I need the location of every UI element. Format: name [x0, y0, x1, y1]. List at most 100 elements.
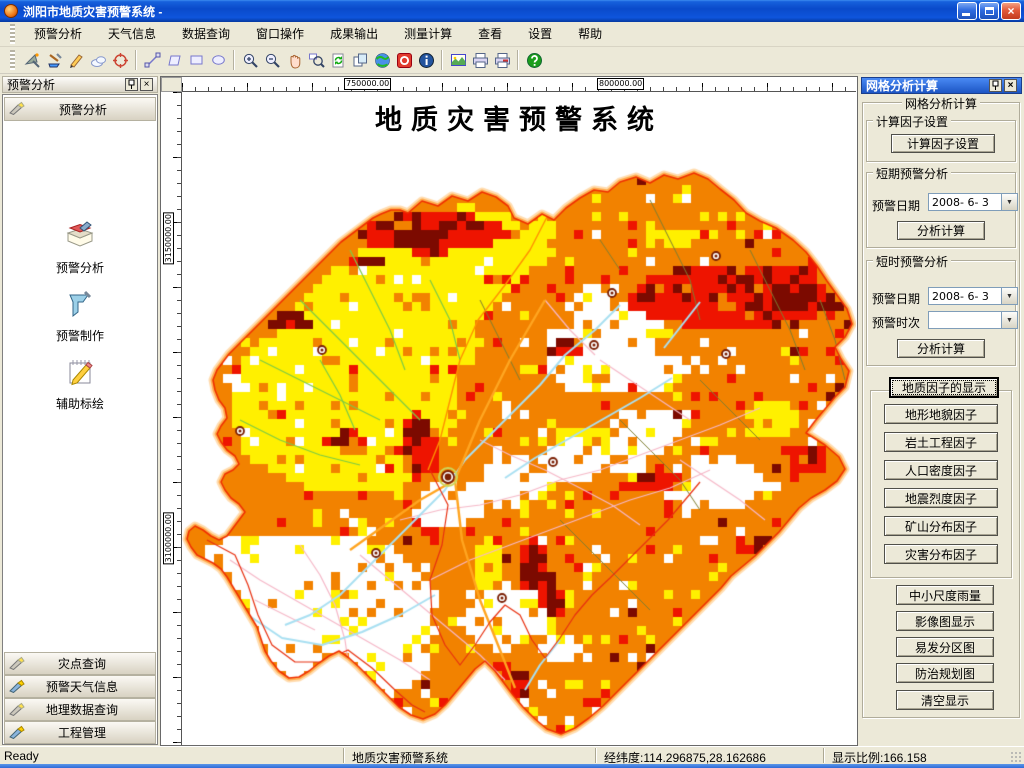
hand-pen-icon — [9, 655, 27, 673]
toolbar-grip-handle[interactable] — [10, 49, 15, 71]
menu-item-2[interactable]: 数据查询 — [169, 22, 243, 47]
menu-item-1[interactable]: 天气信息 — [95, 22, 169, 47]
short-time-date-combo-value: 2008- 6- 3 — [932, 289, 989, 303]
layer-button-3[interactable]: 防治规划图 — [896, 663, 994, 683]
draw-ellipse-icon[interactable] — [207, 49, 229, 71]
zoom-in-icon[interactable] — [239, 49, 261, 71]
menu-item-4[interactable]: 成果输出 — [317, 22, 391, 47]
browse-web-icon[interactable] — [371, 49, 393, 71]
app-icon — [4, 4, 18, 18]
menu-item-7[interactable]: 设置 — [515, 22, 565, 47]
pan-icon[interactable] — [283, 49, 305, 71]
restore-button[interactable] — [979, 2, 999, 20]
short-time-date-label: 预警日期 — [872, 292, 921, 306]
help-icon[interactable] — [523, 49, 545, 71]
tool-item-label: 辅助标绘 — [55, 397, 104, 411]
weather-make-icon[interactable] — [43, 49, 65, 71]
short-time-date-combo[interactable]: 2008- 6- 3 ▼ — [928, 287, 1018, 305]
geo-factor-display-button[interactable]: 地质因子的显示 — [889, 377, 999, 398]
factor-button-0[interactable]: 地形地貌因子 — [884, 404, 998, 424]
resize-grip[interactable] — [1010, 751, 1022, 763]
make-icon — [63, 287, 97, 324]
minimize-icon — [962, 13, 970, 16]
short-time-group-legend: 短时预警分析 — [873, 253, 952, 270]
left-panel-header-label: 预警分析 — [58, 102, 107, 117]
horizontal-ruler: 750000.00 800000.00 — [182, 77, 856, 92]
menu-item-8[interactable]: 帮助 — [565, 22, 615, 47]
ruler-label-y: 3100000.00 — [163, 512, 174, 565]
cloud-icon[interactable] — [87, 49, 109, 71]
info-icon[interactable] — [415, 49, 437, 71]
layer-button-2[interactable]: 易发分区图 — [896, 637, 994, 657]
layer-button-1[interactable]: 影像图显示 — [896, 611, 994, 631]
factor-button-5[interactable]: 灾害分布因子 — [884, 544, 998, 564]
factor-button-2[interactable]: 人口密度因子 — [884, 460, 998, 480]
warning-analysis-icon[interactable] — [21, 49, 43, 71]
left-panel-header[interactable]: 预警分析 — [4, 97, 156, 121]
locate-icon[interactable] — [109, 49, 131, 71]
menu-item-6[interactable]: 查看 — [465, 22, 515, 47]
short-time-analyze-button[interactable]: 分析计算 — [897, 339, 985, 358]
panel-bar-3[interactable]: 工程管理 — [4, 721, 156, 744]
draw-line-icon[interactable] — [141, 49, 163, 71]
print-preview-icon[interactable] — [491, 49, 513, 71]
status-ready: Ready — [4, 749, 39, 763]
map-canvas[interactable] — [182, 92, 856, 745]
tool-item-0[interactable]: 预警分析 — [4, 219, 156, 276]
layer-button-0[interactable]: 中小尺度雨量 — [896, 585, 994, 605]
chevron-down-icon[interactable]: ▼ — [1001, 194, 1017, 210]
panel-bar-2[interactable]: 地理数据查询 — [4, 698, 156, 721]
stop-icon[interactable] — [393, 49, 415, 71]
chevron-down-icon[interactable]: ▼ — [1001, 288, 1017, 304]
panel-bar-label: 地理数据查询 — [45, 703, 118, 717]
status-separator — [343, 748, 345, 763]
short-time-times-combo[interactable]: ▼ — [928, 311, 1018, 329]
short-term-group-legend: 短期预警分析 — [873, 165, 952, 182]
tool-item-label: 预警分析 — [55, 261, 104, 275]
menu-item-3[interactable]: 窗口操作 — [243, 22, 317, 47]
menu-grip-handle[interactable] — [10, 24, 15, 44]
short-term-analyze-button[interactable]: 分析计算 — [897, 221, 985, 240]
close-button[interactable]: × — [1001, 2, 1021, 20]
window-bottom-border — [0, 764, 1024, 768]
map-title: 地质灾害预警系统 — [375, 105, 663, 136]
menu-item-0[interactable]: 预警分析 — [21, 22, 95, 47]
hand-pen-color-icon — [9, 678, 27, 696]
short-time-times-label: 预警时次 — [872, 316, 921, 330]
menu-item-5[interactable]: 测量计算 — [391, 22, 465, 47]
panel-bar-0[interactable]: 灾点查询 — [4, 652, 156, 675]
app-window: 浏阳市地质灾害预警系统 - × 预警分析 天气信息 数据查询 窗口操作 成果输出 测量计算… — [0, 0, 1024, 768]
print-icon[interactable] — [469, 49, 491, 71]
menu-bar: 预警分析 天气信息 数据查询 窗口操作 成果输出 测量计算 查看 设置 帮助 — [0, 22, 1024, 47]
layer-button-4[interactable]: 清空显示 — [896, 690, 994, 710]
image-output-icon[interactable] — [447, 49, 469, 71]
left-panel-close-button[interactable]: × — [140, 78, 153, 91]
zoom-out-icon[interactable] — [261, 49, 283, 71]
refresh-icon[interactable] — [327, 49, 349, 71]
right-panel-pin-button[interactable] — [989, 79, 1002, 92]
book-icon — [63, 219, 97, 256]
copy-icon[interactable] — [349, 49, 371, 71]
calc-factor-settings-button[interactable]: 计算因子设置 — [891, 134, 995, 153]
short-term-date-combo[interactable]: 2008- 6- 3 ▼ — [928, 193, 1018, 211]
panel-bar-1[interactable]: 预警天气信息 — [4, 675, 156, 698]
grid-analysis-group-legend: 网格分析计算 — [901, 95, 981, 112]
tool-item-2[interactable]: 辅助标绘 — [4, 355, 156, 412]
factor-button-1[interactable]: 岩土工程因子 — [884, 432, 998, 452]
minimize-button[interactable] — [957, 2, 977, 20]
zoom-window-icon[interactable] — [305, 49, 327, 71]
left-panel-pin-button[interactable] — [125, 78, 138, 91]
tool-item-1[interactable]: 预警制作 — [4, 287, 156, 344]
chevron-down-icon[interactable]: ▼ — [1001, 312, 1017, 328]
draw-polygon-icon[interactable] — [163, 49, 185, 71]
title-bar[interactable]: 浏阳市地质灾害预警系统 - × — [0, 0, 1024, 22]
plot-tool-icon[interactable] — [65, 49, 87, 71]
status-separator — [823, 748, 825, 763]
draw-rect-icon[interactable] — [185, 49, 207, 71]
right-panel-close-button[interactable]: × — [1004, 79, 1017, 92]
left-panel-title: 预警分析 — [7, 78, 56, 92]
factor-button-4[interactable]: 矿山分布因子 — [884, 516, 998, 536]
hand-pen-icon — [9, 100, 27, 118]
factor-button-3[interactable]: 地震烈度因子 — [884, 488, 998, 508]
window-title: 浏阳市地质灾害预警系统 - — [23, 4, 163, 19]
